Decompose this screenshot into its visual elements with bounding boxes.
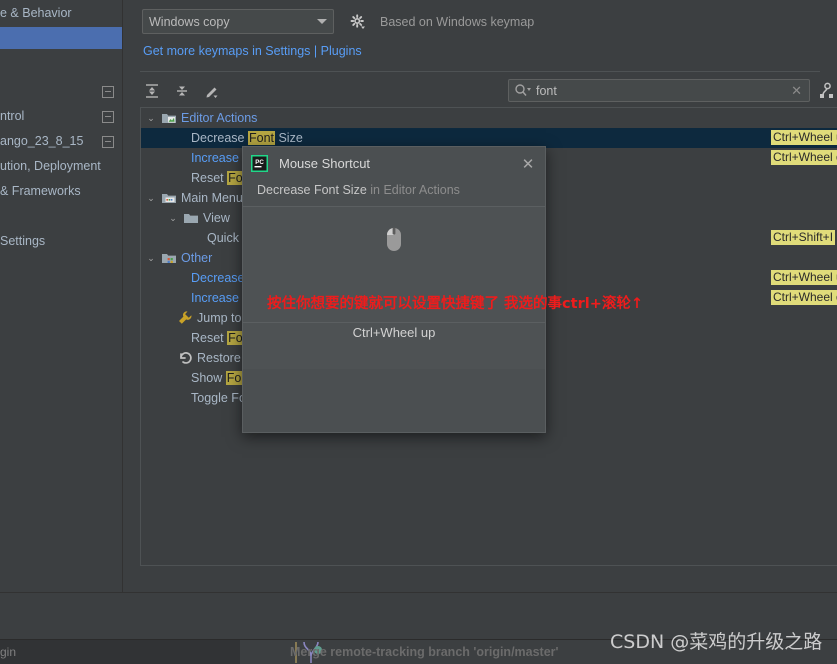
sidebar-item[interactable]: & Frameworks xyxy=(0,180,122,202)
shortcut-badge: Ctrl+Shift+I xyxy=(771,230,836,245)
keymap-select-value: Windows copy xyxy=(149,14,230,29)
tree-item-label-prefix: Reset xyxy=(191,171,228,185)
toolbar-divider xyxy=(140,71,820,72)
clear-search-icon[interactable]: ✕ xyxy=(791,83,804,99)
mouse-shortcut-dialog: PC Mouse Shortcut ✕ Decrease Font Size i… xyxy=(242,146,546,433)
sidebar-item[interactable]: ntrol xyxy=(0,105,122,127)
settings-keymap-window: e & Behavior ntrol ango_23_8_15 ution, Depl… xyxy=(0,0,837,664)
dialog-subject: Decrease Font Size in Editor Actions xyxy=(257,183,460,197)
shortcut-capture-area[interactable]: Ctrl+Wheel up xyxy=(243,207,545,369)
revert-icon xyxy=(177,350,193,366)
sidebar-item-label: ango_23_8_15 xyxy=(0,134,84,148)
search-input[interactable]: font ✕ xyxy=(508,79,810,102)
shortcut-badge: Ctrl+Wheel down xyxy=(771,290,837,305)
tree-item-label: Decrease Font Size xyxy=(191,128,303,148)
dialog-subject-context: in Editor Actions xyxy=(370,183,460,197)
chevron-down-icon[interactable]: ⌄ xyxy=(145,188,157,208)
tree-item-label-prefix: Increase xyxy=(191,291,243,305)
sidebar-item[interactable]: Settings xyxy=(0,230,122,252)
search-match-highlight: Font xyxy=(247,131,275,145)
captured-shortcut-text: Ctrl+Wheel up xyxy=(352,325,436,340)
get-more-keymaps-link-row: Get more keymaps in Settings | Plugins xyxy=(143,44,362,58)
table-row[interactable]: Decrease Font Size Ctrl+Wheel up xyxy=(141,128,837,148)
sidebar-item[interactable]: ution, Deployment xyxy=(0,155,122,177)
folder-editor-icon xyxy=(161,110,177,126)
wrench-icon xyxy=(177,310,193,326)
based-on-keymap-label: Based on Windows keymap xyxy=(380,14,535,29)
tree-item-label: Other xyxy=(181,251,213,265)
folder-menu-icon xyxy=(161,190,177,206)
sidebar-expander-icon[interactable] xyxy=(102,136,114,148)
settings-sidebar[interactable]: e & Behavior ntrol ango_23_8_15 ution, Depl… xyxy=(0,0,123,592)
chevron-down-icon[interactable]: ⌄ xyxy=(167,208,179,228)
expand-all-icon[interactable] xyxy=(141,80,163,102)
shortcut-badge: Ctrl+Wheel up xyxy=(771,130,837,145)
chevron-down-icon xyxy=(317,19,327,24)
tree-item-label: Editor Actions xyxy=(181,111,258,125)
edit-shortcut-icon[interactable] xyxy=(201,80,223,102)
red-annotation-text: 按住你想要的键就可以设置快捷键了 我选的事ctrl+滚轮↑ xyxy=(267,296,643,312)
tree-item-label: Main Menu xyxy=(181,191,243,205)
status-left-text: gin xyxy=(0,640,240,664)
sidebar-item-label: ution, Deployment xyxy=(0,159,101,173)
plugins-link[interactable]: Plugins xyxy=(321,44,362,58)
collapse-all-icon[interactable] xyxy=(171,80,193,102)
folder-other-icon xyxy=(161,250,177,266)
csdn-watermark: CSDN @菜鸡的升级之路 xyxy=(610,631,823,653)
dialog-divider-bottom xyxy=(243,322,545,323)
search-input-value: font xyxy=(536,83,557,98)
keymap-select[interactable]: Windows copy xyxy=(142,9,334,34)
git-commit-message: Merge remote-tracking branch 'origin/mas… xyxy=(290,645,559,659)
sidebar-expander-icon[interactable] xyxy=(102,86,114,98)
dialog-subject-action: Decrease Font Size xyxy=(257,183,367,197)
sidebar-item-label: Settings xyxy=(0,234,46,248)
sidebar-item[interactable]: e & Behavior xyxy=(0,2,122,24)
chevron-down-icon[interactable]: ⌄ xyxy=(145,108,157,128)
tree-item-label-prefix: Decrease xyxy=(191,131,248,145)
svg-text:PC: PC xyxy=(255,159,264,166)
tree-item-label-suffix: Size xyxy=(275,131,303,145)
get-more-keymaps-link[interactable]: Get more keymaps in Settings xyxy=(143,44,310,58)
sidebar-item-label: ntrol xyxy=(0,109,25,123)
pycharm-icon: PC xyxy=(251,155,268,172)
folder-icon xyxy=(183,210,199,226)
dialog-title: Mouse Shortcut xyxy=(279,156,371,171)
sidebar-expander-icon[interactable] xyxy=(102,111,114,123)
mouse-wheel-icon xyxy=(243,227,545,253)
keymap-selector-row: Windows copy Based on Windows keymap xyxy=(142,9,534,34)
sidebar-item-label: e & Behavior xyxy=(0,6,72,20)
tree-item-label-prefix: Reset xyxy=(191,331,228,345)
shortcut-badge: Ctrl+Wheel down xyxy=(771,150,837,165)
sidebar-item[interactable]: ango_23_8_15 xyxy=(0,130,122,152)
tree-item-label-prefix: Decrease xyxy=(191,271,248,285)
tree-item-label-prefix: Increase xyxy=(191,151,243,165)
keymap-toolbar xyxy=(141,78,223,104)
tree-item-label-prefix: Show xyxy=(191,371,226,385)
search-icon xyxy=(514,83,532,99)
sidebar-item[interactable] xyxy=(0,80,122,102)
chevron-down-icon[interactable]: ⌄ xyxy=(145,248,157,268)
dialog-titlebar: PC Mouse Shortcut ✕ xyxy=(243,147,545,180)
close-icon[interactable]: ✕ xyxy=(519,155,537,173)
shortcut-badge: Ctrl+Wheel up xyxy=(771,270,837,285)
sidebar-item-label: & Frameworks xyxy=(0,184,81,198)
tree-item-label: View xyxy=(203,211,230,225)
gear-icon[interactable] xyxy=(349,13,367,31)
sidebar-item[interactable] xyxy=(0,27,122,49)
link-separator: | xyxy=(313,44,318,58)
table-row[interactable]: ⌄ Editor Actions xyxy=(141,108,837,128)
find-action-icon[interactable] xyxy=(816,80,837,102)
